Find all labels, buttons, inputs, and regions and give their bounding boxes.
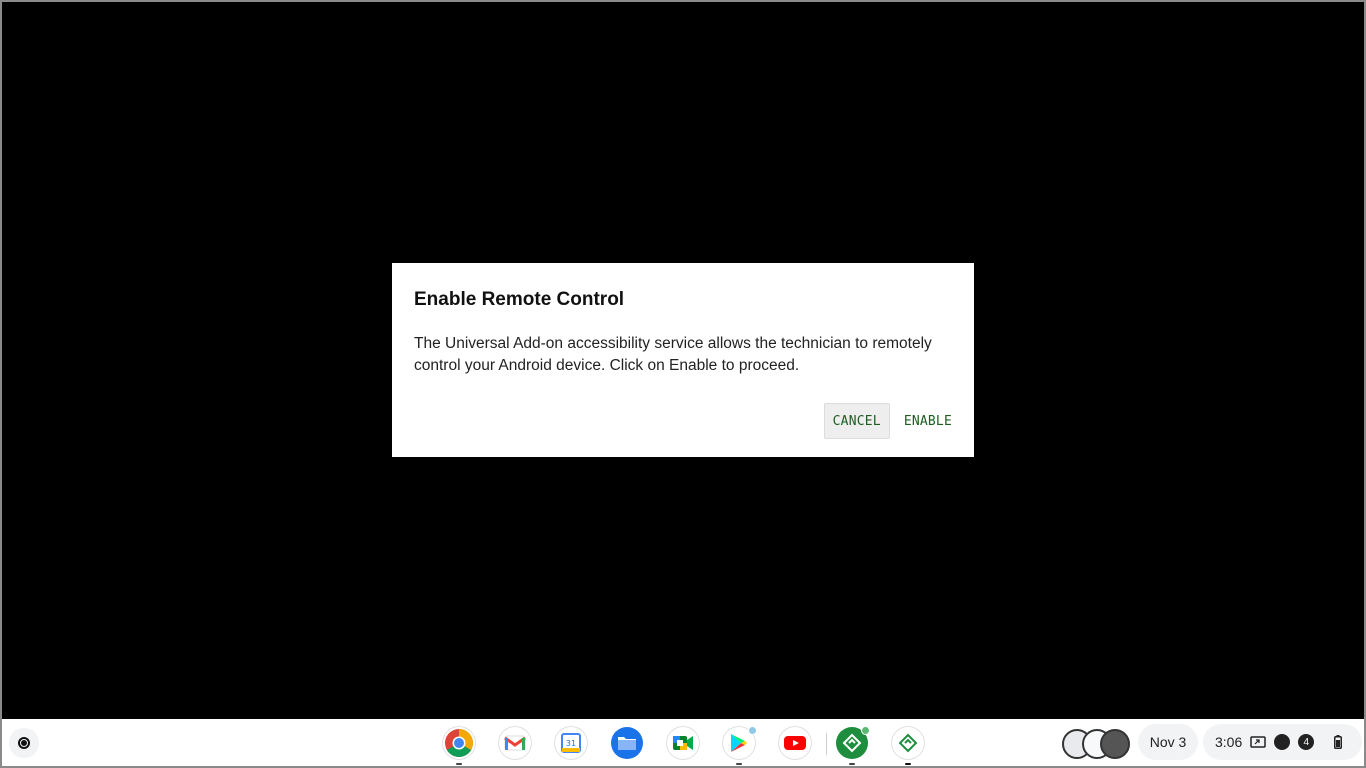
dialog-actions: CANCEL ENABLE <box>823 403 960 439</box>
battery-icon <box>1334 735 1343 749</box>
notification-count: 4 <box>1303 736 1310 748</box>
calendar-app[interactable]: 31 <box>555 727 587 759</box>
date-tray[interactable]: Nov 3 <box>1138 724 1198 760</box>
enable-button[interactable]: ENABLE <box>896 403 960 439</box>
calendar-icon: 31 <box>561 733 581 753</box>
remote-support-app[interactable] <box>836 726 870 765</box>
notification-count-badge: 4 <box>1298 734 1315 750</box>
status-tray[interactable]: 3:06 4 <box>1203 724 1362 760</box>
gmail-app[interactable] <box>499 727 531 759</box>
play-store-app[interactable] <box>723 726 757 765</box>
running-indicator <box>905 763 911 765</box>
launcher-icon <box>18 737 30 749</box>
remote-support-icon <box>842 733 862 753</box>
time-label: 3:06 <box>1215 734 1243 750</box>
cancel-button[interactable]: CANCEL <box>823 403 890 439</box>
notification-badge <box>861 726 870 735</box>
gmail-icon <box>504 735 526 751</box>
app-window: Enable Remote Control The Universal Add-… <box>2 2 1364 719</box>
launcher-button[interactable] <box>9 728 39 758</box>
chrome-app[interactable] <box>443 727 475 765</box>
shelf: 31 Nov 3 3:06 4 <box>2 719 1364 766</box>
running-indicator <box>736 763 742 765</box>
files-app[interactable] <box>611 727 643 759</box>
running-indicator <box>456 763 462 765</box>
screen-capture-icon <box>1250 736 1266 748</box>
dialog-title: Enable Remote Control <box>414 289 625 310</box>
youtube-app[interactable] <box>779 727 811 759</box>
holding-space[interactable] <box>1062 729 1132 759</box>
files-icon <box>618 737 636 750</box>
avatar <box>1274 734 1291 750</box>
shelf-separator <box>826 733 827 755</box>
running-indicator <box>849 763 855 765</box>
meet-app[interactable] <box>667 727 699 759</box>
enable-remote-control-dialog: Enable Remote Control The Universal Add-… <box>392 263 974 457</box>
play-store-icon <box>731 734 747 752</box>
remote-support-app-2[interactable] <box>892 727 924 765</box>
holding-item-icon <box>1100 729 1130 759</box>
youtube-icon <box>784 736 806 750</box>
svg-text:31: 31 <box>566 739 576 748</box>
dialog-message: The Universal Add-on accessibility servi… <box>414 335 932 374</box>
date-label: Nov 3 <box>1149 734 1187 750</box>
notification-badge <box>748 726 757 735</box>
screen-frame: Enable Remote Control The Universal Add-… <box>0 0 1366 768</box>
meet-icon <box>673 736 693 750</box>
remote-support-outline-icon <box>898 733 918 753</box>
chrome-icon <box>445 729 473 757</box>
